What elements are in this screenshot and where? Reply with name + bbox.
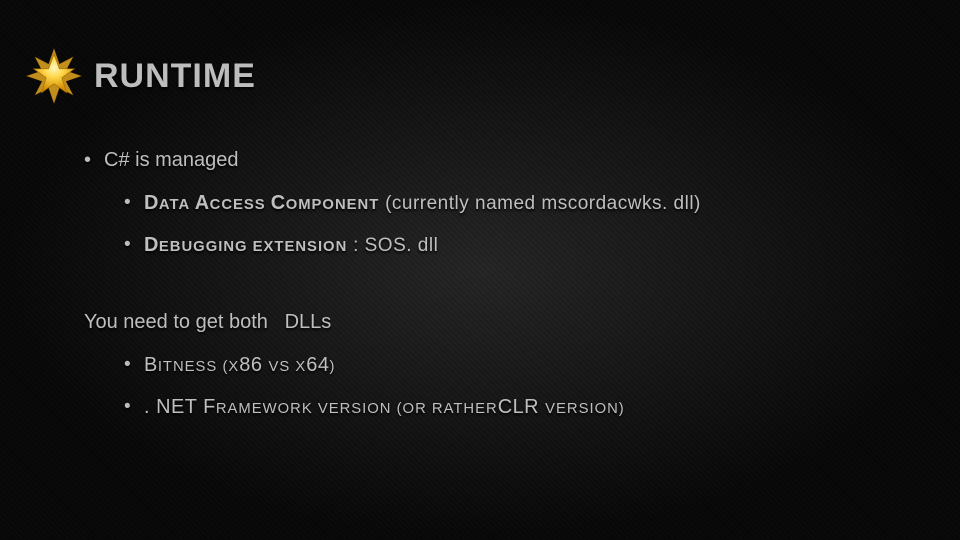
t: OR RATHER <box>403 401 498 417</box>
t: D <box>144 192 159 214</box>
bullet-text: DEBUGGING EXTENSION : SOS. dll <box>144 232 438 260</box>
bullet-text: . NET FRAMEWORK VERSION (OR RATHERCLR VE… <box>144 394 625 422</box>
t: DLLs <box>285 311 332 333</box>
t: ) <box>329 359 335 375</box>
bullet-text: BITNESS (X86 VS X64) <box>144 352 335 380</box>
t: . <box>144 396 156 418</box>
t: A <box>195 192 210 214</box>
t: 86 <box>239 354 268 376</box>
t: ) <box>619 401 625 417</box>
t: C <box>271 192 286 214</box>
t: CCESS <box>210 197 271 213</box>
t: B <box>144 354 158 376</box>
bullet-framework: • . NET FRAMEWORK VERSION (OR RATHERCLR … <box>124 394 920 422</box>
content-area: • C# is managed • DATA ACCESS COMPONENT … <box>84 146 920 436</box>
title-row: RUNTIME <box>24 46 256 106</box>
bullet-icon: • <box>124 190 144 218</box>
t: VS <box>268 359 295 375</box>
t: 64 <box>306 354 329 376</box>
bullet-debug-ext: • DEBUGGING EXTENSION : SOS. dll <box>124 232 920 260</box>
t: : SOS. dll <box>353 235 438 256</box>
t: X <box>295 359 306 375</box>
t: ITNESS <box>158 359 223 375</box>
bullet-icon: • <box>124 352 144 380</box>
t: RAMEWORK VERSION <box>216 401 397 417</box>
slide: RUNTIME • C# is managed • DATA ACCESS CO… <box>0 0 960 540</box>
star-icon <box>24 46 84 106</box>
t: (currently named mscordacwks. dll) <box>385 193 701 214</box>
t: OMPONENT <box>286 197 380 213</box>
t: EBUGGING EXTENSION <box>159 239 347 255</box>
need-line: You need to get both DLLs <box>84 308 920 336</box>
t: X <box>228 359 239 375</box>
t: NET F <box>156 396 216 418</box>
t: D <box>144 234 159 256</box>
slide-title: RUNTIME <box>94 57 256 96</box>
t: You need to get both <box>84 311 268 333</box>
bullet-dac: • DATA ACCESS COMPONENT (currently named… <box>124 190 920 218</box>
bullet-icon: • <box>124 232 144 260</box>
t: CLR <box>498 396 545 418</box>
t: VERSION <box>545 401 619 417</box>
bullet-csharp: • C# is managed <box>84 146 920 174</box>
bullet-icon: • <box>124 394 144 422</box>
bullet-icon: • <box>84 146 104 174</box>
bullet-bitness: • BITNESS (X86 VS X64) <box>124 352 920 380</box>
bullet-text: C# is managed <box>104 146 239 174</box>
bullet-text: DATA ACCESS COMPONENT (currently named m… <box>144 190 701 218</box>
t: ATA <box>159 197 195 213</box>
